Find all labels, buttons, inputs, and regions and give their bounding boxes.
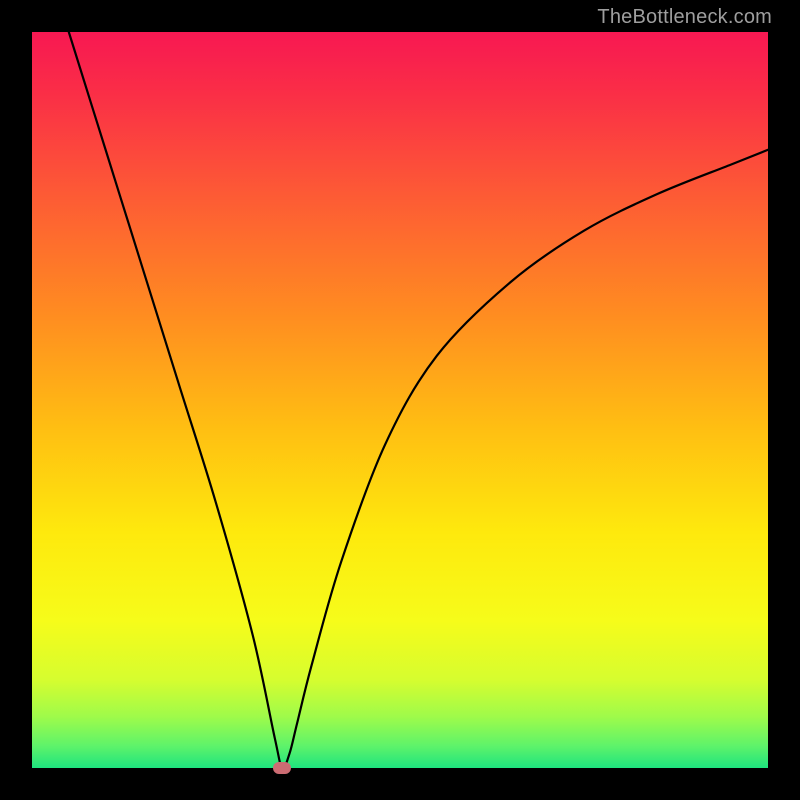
bottleneck-curve <box>32 32 768 768</box>
plot-area <box>32 32 768 768</box>
watermark-text: TheBottleneck.com <box>597 6 772 29</box>
chart-frame: TheBottleneck.com <box>0 0 800 800</box>
optimum-marker <box>273 762 291 774</box>
